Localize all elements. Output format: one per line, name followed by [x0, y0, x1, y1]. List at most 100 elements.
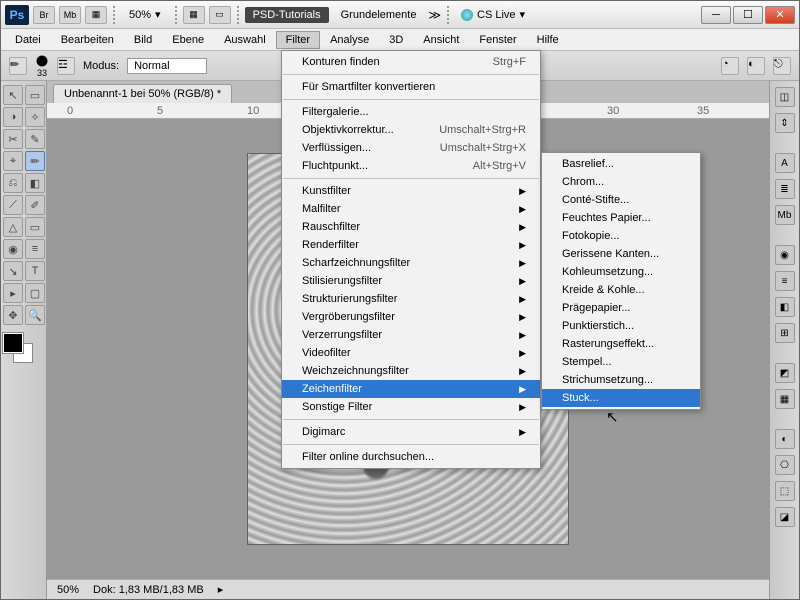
tool-19[interactable]: ▢ [25, 283, 45, 303]
menu-3d[interactable]: 3D [379, 31, 413, 49]
zeichen-7[interactable]: Kreide & Kohle... [542, 281, 700, 299]
tool-10[interactable]: ⟋ [3, 195, 23, 215]
panel-icon-0[interactable]: ◫ [775, 87, 795, 107]
brush-preview-icon[interactable] [35, 54, 49, 68]
panel-icon-12[interactable]: ⎔ [775, 455, 795, 475]
zeichen-6[interactable]: Kohleumsetzung... [542, 263, 700, 281]
tool-preset-icon[interactable]: ✏ [9, 57, 27, 75]
tool-5[interactable]: ✎ [25, 129, 45, 149]
tool-3[interactable]: ✧ [25, 107, 45, 127]
view-extras-button[interactable]: ▦ [183, 6, 205, 24]
panel-icon-5[interactable]: ◉ [775, 245, 795, 265]
filter-g1-0[interactable]: Filtergalerie... [282, 103, 540, 121]
tool-4[interactable]: ✂ [3, 129, 23, 149]
tool-0[interactable]: ↖ [3, 85, 23, 105]
cs-live-button[interactable]: CS Live▾ [455, 8, 531, 21]
workspace-grundelemente[interactable]: Grundelemente [333, 9, 425, 21]
workspace-psd-tutorials[interactable]: PSD-Tutorials [245, 7, 329, 23]
panel-icon-4[interactable]: Mb [775, 205, 795, 225]
maximize-button[interactable]: ☐ [733, 6, 763, 24]
menu-filter[interactable]: Filter [276, 31, 320, 49]
zeichen-5[interactable]: Gerissene Kanten... [542, 245, 700, 263]
screen-mode-button[interactable]: ▭ [209, 6, 231, 24]
panel-icon-10[interactable]: ▦ [775, 389, 795, 409]
minimize-button[interactable]: ─ [701, 6, 731, 24]
bridge-button[interactable]: Br [33, 6, 55, 24]
filter-sub-4[interactable]: Scharfzeichnungsfilter▶ [282, 254, 540, 272]
zeichen-3[interactable]: Feuchtes Papier... [542, 209, 700, 227]
tool-20[interactable]: ✥ [3, 305, 23, 325]
status-zoom[interactable]: 50% [57, 584, 79, 596]
tool-8[interactable]: ⎌ [3, 173, 23, 193]
filter-sub-3[interactable]: Renderfilter▶ [282, 236, 540, 254]
filter-online[interactable]: Filter online durchsuchen... [282, 448, 540, 466]
menu-analyse[interactable]: Analyse [320, 31, 379, 49]
opt-extra3-icon[interactable]: ⎋ [773, 57, 791, 75]
filter-sub-9[interactable]: Videofilter▶ [282, 344, 540, 362]
filter-g1-2[interactable]: Verflüssigen...Umschalt+Strg+X [282, 139, 540, 157]
tool-12[interactable]: △ [3, 217, 23, 237]
menu-hilfe[interactable]: Hilfe [527, 31, 569, 49]
tool-9[interactable]: ◧ [25, 173, 45, 193]
opt-extra2-icon[interactable]: ◐ [747, 57, 765, 75]
tool-13[interactable]: ▭ [25, 217, 45, 237]
tool-6[interactable]: ⌖ [3, 151, 23, 171]
panel-icon-14[interactable]: ◪ [775, 507, 795, 527]
menu-auswahl[interactable]: Auswahl [214, 31, 276, 49]
zoom-display[interactable]: 50%▾ [121, 8, 169, 21]
panel-icon-3[interactable]: ≣ [775, 179, 795, 199]
filter-sub-0[interactable]: Kunstfilter▶ [282, 182, 540, 200]
panel-icon-6[interactable]: ≡ [775, 271, 795, 291]
zeichen-4[interactable]: Fotokopie... [542, 227, 700, 245]
fg-color-swatch[interactable] [3, 333, 23, 353]
panel-icon-2[interactable]: A [775, 153, 795, 173]
filter-sub-5[interactable]: Stilisierungsfilter▶ [282, 272, 540, 290]
panel-icon-11[interactable]: ◐ [775, 429, 795, 449]
opt-extra-icon[interactable]: ◔ [721, 57, 739, 75]
filter-g1-3[interactable]: Fluchtpunkt...Alt+Strg+V [282, 157, 540, 175]
tool-16[interactable]: ↘ [3, 261, 23, 281]
filter-sub-7[interactable]: Vergröberungsfilter▶ [282, 308, 540, 326]
zeichen-12[interactable]: Strichumsetzung... [542, 371, 700, 389]
menu-bild[interactable]: Bild [124, 31, 162, 49]
zeichen-9[interactable]: Punktierstich... [542, 317, 700, 335]
zeichen-8[interactable]: Prägepapier... [542, 299, 700, 317]
panel-icon-1[interactable]: ⇕ [775, 113, 795, 133]
filter-last[interactable]: Konturen findenStrg+F [282, 53, 540, 71]
zeichen-13[interactable]: Stuck... [542, 389, 700, 407]
tool-18[interactable]: ▸ [3, 283, 23, 303]
tool-11[interactable]: ✐ [25, 195, 45, 215]
filter-g1-1[interactable]: Objektivkorrektur...Umschalt+Strg+R [282, 121, 540, 139]
brush-panel-icon[interactable]: ☲ [57, 57, 75, 75]
panel-icon-9[interactable]: ◩ [775, 363, 795, 383]
filter-sub-8[interactable]: Verzerrungsfilter▶ [282, 326, 540, 344]
panel-icon-13[interactable]: ⬚ [775, 481, 795, 501]
filter-sub-1[interactable]: Malfilter▶ [282, 200, 540, 218]
tool-21[interactable]: 🔍 [25, 305, 45, 325]
tool-14[interactable]: ◉ [3, 239, 23, 259]
minibridge-button[interactable]: Mb [59, 6, 81, 24]
filter-smart[interactable]: Für Smartfilter konvertieren [282, 78, 540, 96]
tool-1[interactable]: ▭ [25, 85, 45, 105]
zeichen-0[interactable]: Basrelief... [542, 155, 700, 173]
filter-sub-12[interactable]: Sonstige Filter▶ [282, 398, 540, 416]
tool-7[interactable]: ✏ [25, 151, 45, 171]
workspace-more-icon[interactable]: ≫ [428, 8, 441, 22]
zeichen-10[interactable]: Rasterungseffekt... [542, 335, 700, 353]
zeichen-11[interactable]: Stempel... [542, 353, 700, 371]
tool-17[interactable]: T [25, 261, 45, 281]
zeichen-2[interactable]: Conté-Stifte... [542, 191, 700, 209]
panel-icon-8[interactable]: ⊞ [775, 323, 795, 343]
tool-15[interactable]: ≡ [25, 239, 45, 259]
zeichen-1[interactable]: Chrom... [542, 173, 700, 191]
blend-mode-select[interactable]: Normal [127, 58, 207, 74]
tool-2[interactable]: ◑ [3, 107, 23, 127]
document-tab[interactable]: Unbenannt-1 bei 50% (RGB/8) * [53, 84, 232, 103]
menu-fenster[interactable]: Fenster [469, 31, 526, 49]
menu-datei[interactable]: Datei [5, 31, 51, 49]
menu-ansicht[interactable]: Ansicht [413, 31, 469, 49]
filter-sub-2[interactable]: Rauschfilter▶ [282, 218, 540, 236]
close-button[interactable]: ✕ [765, 6, 795, 24]
filter-sub-11[interactable]: Zeichenfilter▶ [282, 380, 540, 398]
filter-sub-10[interactable]: Weichzeichnungsfilter▶ [282, 362, 540, 380]
